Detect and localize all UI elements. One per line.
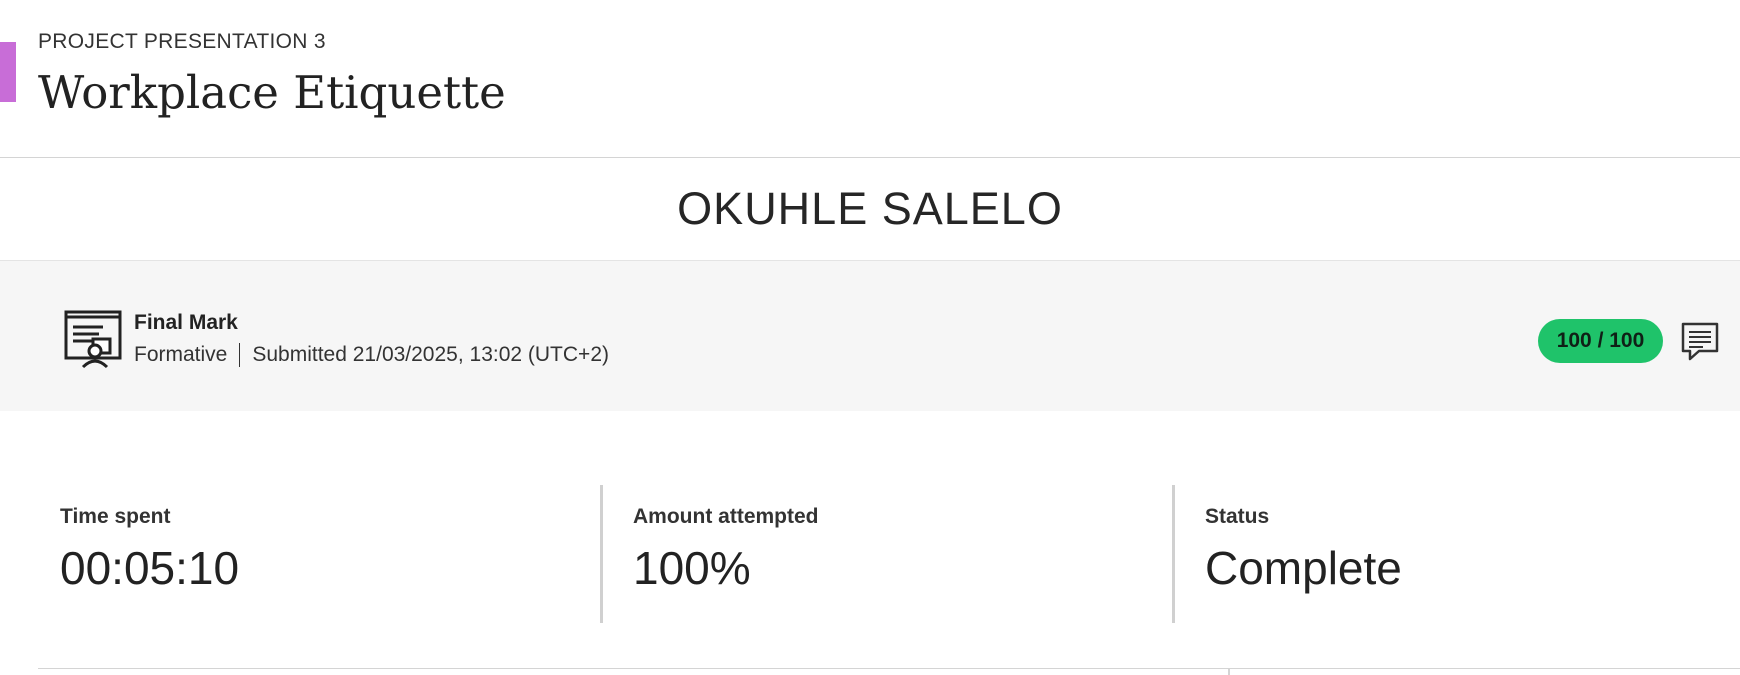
meta-separator — [239, 343, 241, 367]
grade-panel: Final Mark Formative Submitted 21/03/202… — [0, 260, 1740, 411]
student-header: OKUHLE SALELO — [0, 158, 1740, 261]
accent-bar — [0, 42, 16, 102]
page-header: PROJECT PRESENTATION 3 Workplace Etiquet… — [0, 0, 1740, 158]
section-divider — [38, 668, 1740, 669]
score-badge[interactable]: 100 / 100 — [1538, 319, 1663, 363]
stats-row: Time spent 00:05:10 Amount attempted 100… — [0, 485, 1740, 623]
grade-title: Final Mark — [134, 311, 238, 334]
stat-value: Complete — [1205, 542, 1402, 594]
grade-meta: Formative Submitted 21/03/2025, 13:02 (U… — [134, 343, 609, 367]
stat-label: Amount attempted — [633, 505, 819, 528]
page-eyebrow: PROJECT PRESENTATION 3 — [38, 30, 326, 53]
assessment-page: PROJECT PRESENTATION 3 Workplace Etiquet… — [0, 0, 1740, 675]
stat-amount-attempted: Amount attempted 100% — [600, 485, 1175, 623]
stat-status: Status Complete — [1172, 485, 1740, 623]
grade-type: Formative — [134, 343, 228, 366]
stat-label: Time spent — [60, 505, 171, 528]
page-title: Workplace Etiquette — [38, 66, 506, 119]
certificate-document-icon — [64, 310, 122, 369]
stat-time-spent: Time spent 00:05:10 — [0, 485, 600, 623]
submitted-date: Submitted 21/03/2025, 13:02 (UTC+2) — [252, 343, 609, 366]
section-split — [1228, 668, 1230, 675]
comment-icon[interactable] — [1681, 322, 1719, 362]
stat-value: 100% — [633, 542, 751, 594]
stat-label: Status — [1205, 505, 1270, 528]
stat-value: 00:05:10 — [60, 542, 240, 594]
student-name: OKUHLE SALELO — [677, 183, 1063, 234]
